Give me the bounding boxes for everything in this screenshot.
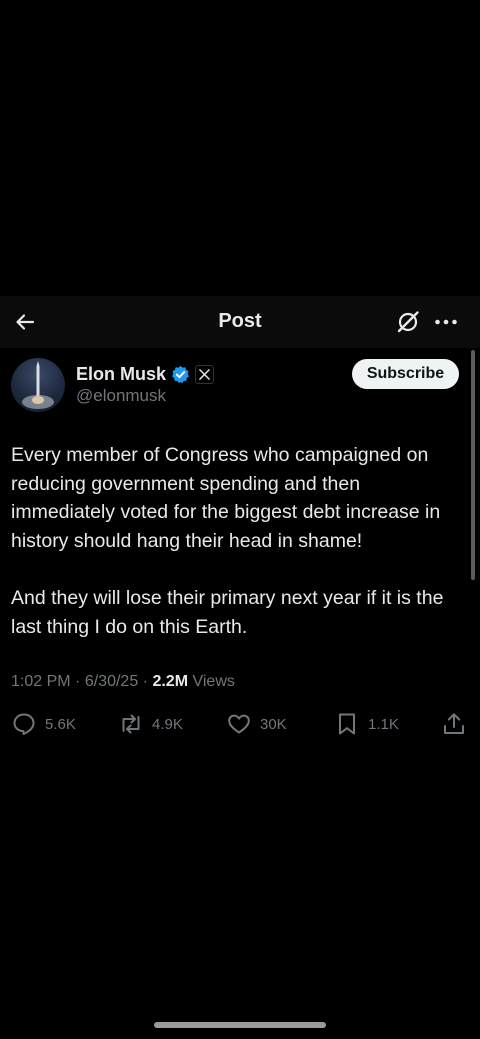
reply-count: 5.6K <box>45 715 76 733</box>
bookmark-count: 1.1K <box>368 715 399 733</box>
action-bar: 5.6K 4.9K 30K 1.1K <box>0 708 480 740</box>
views-label: Views <box>192 673 235 690</box>
avatar[interactable] <box>11 358 65 412</box>
author-name-row: Elon Musk <box>76 364 215 385</box>
heart-icon <box>228 714 250 734</box>
separator-dot: · <box>75 673 85 690</box>
repost-count: 4.9K <box>152 715 183 733</box>
post-time[interactable]: 1:02 PM <box>11 673 71 690</box>
more-button[interactable] <box>432 308 460 336</box>
reply-icon <box>13 713 35 735</box>
like-count: 30K <box>260 715 287 733</box>
post-date[interactable]: 6/30/25 <box>85 673 138 690</box>
author-name[interactable]: Elon Musk <box>76 364 166 385</box>
scrollbar[interactable] <box>471 350 475 580</box>
grok-button[interactable] <box>394 308 422 336</box>
repost-button[interactable]: 4.9K <box>118 708 183 740</box>
separator-dot: · <box>142 673 153 690</box>
post-text: Every member of Congress who campaigned … <box>11 441 467 641</box>
post-paragraph: And they will lose their primary next ye… <box>11 586 444 638</box>
share-icon <box>444 713 464 734</box>
more-horizontal-icon <box>435 319 457 325</box>
bookmark-button[interactable]: 1.1K <box>334 708 399 740</box>
like-button[interactable]: 30K <box>226 708 287 740</box>
x-logo-icon <box>199 369 210 380</box>
repost-icon <box>122 714 140 734</box>
top-app-bar: Post <box>0 296 480 348</box>
share-button[interactable] <box>441 708 467 740</box>
subscribe-button[interactable]: Subscribe <box>352 359 459 389</box>
author-handle[interactable]: @elonmusk <box>76 386 166 406</box>
reply-button[interactable]: 5.6K <box>11 708 76 740</box>
bookmark-icon <box>339 713 355 735</box>
post-paragraph: Every member of Congress who campaigned … <box>11 444 441 552</box>
grok-icon <box>397 311 419 333</box>
x-affiliate-badge[interactable] <box>195 365 215 384</box>
views-count[interactable]: 2.2M <box>152 673 188 690</box>
verified-badge-icon[interactable] <box>171 365 190 384</box>
rocket-launch-image <box>22 361 54 409</box>
post-metadata: 1:02 PM · 6/30/25 · 2.2M Views <box>11 673 235 691</box>
home-indicator[interactable] <box>154 1022 326 1028</box>
